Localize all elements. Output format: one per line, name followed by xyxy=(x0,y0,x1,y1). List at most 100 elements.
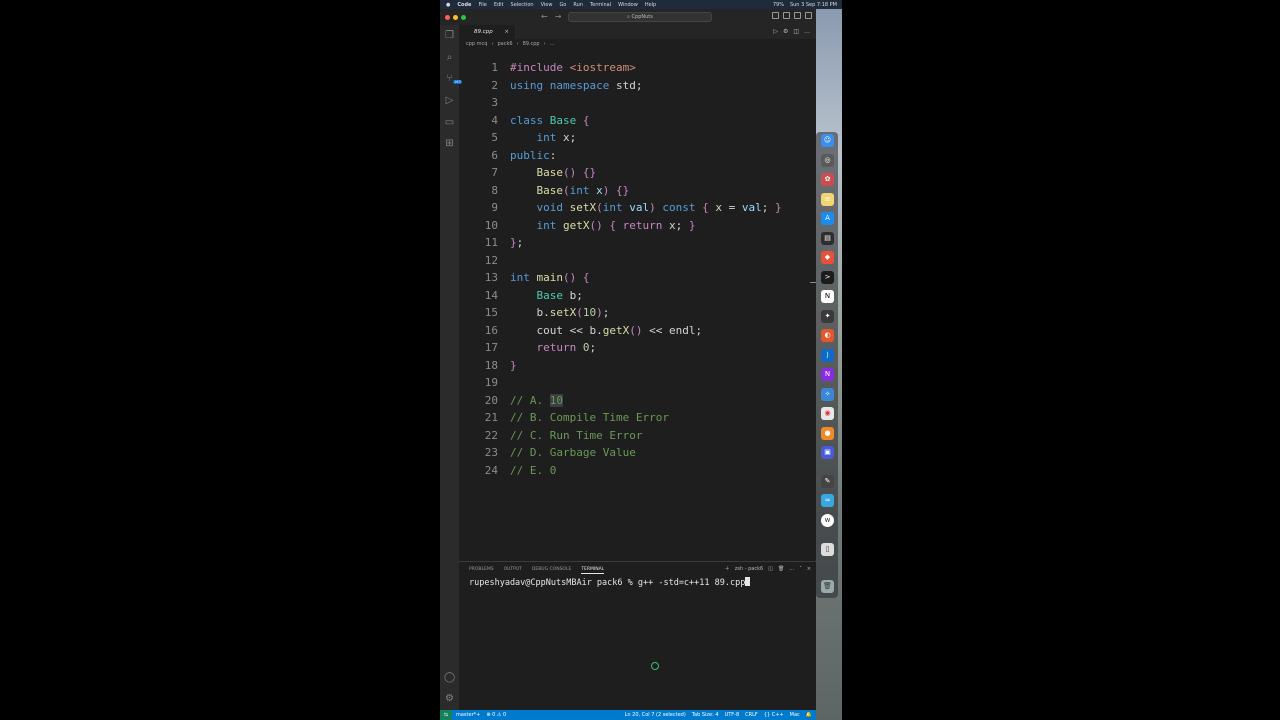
code-line[interactable]: 6 public: xyxy=(459,147,816,165)
run-icon[interactable]: ▷ xyxy=(773,28,778,35)
menu-selection[interactable]: Selection xyxy=(511,2,534,8)
more-actions-icon[interactable]: … xyxy=(789,566,794,572)
code-line[interactable]: 10 int getX() { return x; } xyxy=(459,217,816,235)
code-line[interactable]: 17 return 0; xyxy=(459,339,816,357)
clock[interactable]: Sun 3 Sep 7:18 PM xyxy=(790,2,837,8)
line-ending[interactable]: CRLF xyxy=(745,712,758,718)
gradient-app-icon[interactable]: ≈ xyxy=(821,494,834,507)
code-line[interactable]: 19 xyxy=(459,374,816,392)
activity-monitor-icon[interactable]: ▤ xyxy=(821,232,834,245)
brush-icon[interactable]: ✎ xyxy=(821,475,834,488)
toggle-secondary-sidebar-icon[interactable] xyxy=(794,12,801,19)
app-store-icon[interactable]: A xyxy=(821,212,834,225)
menu-terminal[interactable]: Terminal xyxy=(590,2,611,8)
problems-count[interactable]: ⊗ 0 ⚠ 0 xyxy=(486,712,506,718)
code-line[interactable]: 3 xyxy=(459,94,816,112)
trash-icon[interactable]: 🗑 xyxy=(778,566,784,572)
breadcrumb-item[interactable]: cpp mcq xyxy=(466,41,487,47)
final-cut-icon[interactable]: ✦ xyxy=(821,310,834,323)
back-arrow-icon[interactable]: ← xyxy=(541,12,548,21)
tab-debug-console[interactable]: DEBUG CONSOLE xyxy=(532,567,571,574)
code-line[interactable]: 23 // D. Garbage Value xyxy=(459,444,816,462)
source-control-icon[interactable]: ⑂ 163 xyxy=(444,73,462,84)
apple-icon[interactable]: ● xyxy=(446,2,450,8)
document-icon[interactable]: ▯ xyxy=(821,543,834,556)
menu-window[interactable]: Window xyxy=(618,2,638,8)
sketch-icon[interactable]: ◆ xyxy=(821,251,834,264)
close-window-button[interactable] xyxy=(445,14,450,20)
toggle-sidebar-icon[interactable] xyxy=(772,12,779,19)
gear-icon[interactable]: ⚙ xyxy=(444,693,455,704)
code-line[interactable]: 4 class Base { xyxy=(459,112,816,130)
photos-icon[interactable]: ✿ xyxy=(821,173,834,186)
code-line[interactable]: 2 using namespace std; xyxy=(459,77,816,95)
add-terminal-icon[interactable]: ＋ xyxy=(725,565,730,572)
code-line[interactable]: 21 // B. Compile Time Error xyxy=(459,409,816,427)
terminal-shell-label[interactable]: zsh - pack6 xyxy=(735,566,763,572)
minimize-window-button[interactable] xyxy=(453,14,458,20)
breadcrumb-item[interactable]: 89.cpp xyxy=(523,41,540,47)
zoom-window-button[interactable] xyxy=(461,14,466,20)
code-line[interactable]: 1 #include <iostream> xyxy=(459,59,816,77)
tab-size[interactable]: Tab Size: 4 xyxy=(692,712,719,718)
notion-icon[interactable]: N xyxy=(821,290,834,303)
extensions-icon[interactable]: ⊞ xyxy=(444,138,455,149)
menu-edit[interactable]: Edit xyxy=(494,2,504,8)
split-editor-icon[interactable]: ◫ xyxy=(793,28,799,35)
code-line[interactable]: 24 // E. 0 xyxy=(459,462,816,480)
command-center-search[interactable]: ⌕ CppNuts xyxy=(568,12,712,22)
trash-icon[interactable]: 🗑 xyxy=(821,580,834,593)
tab-output[interactable]: OUTPUT xyxy=(504,567,522,574)
terminal-output[interactable]: rupeshyadav@CppNutsMBAir pack6 % g++ -st… xyxy=(469,577,751,588)
chrome-icon[interactable]: ◉ xyxy=(821,407,834,420)
finder-icon[interactable]: ☺ xyxy=(821,134,834,147)
pasta-app-icon[interactable]: ● xyxy=(821,427,834,440)
code-line[interactable]: 7 Base() {} xyxy=(459,164,816,182)
breadcrumb-item[interactable]: pack6 xyxy=(497,41,512,47)
tab-problems[interactable]: PROBLEMS xyxy=(469,567,494,574)
menu-file[interactable]: File xyxy=(478,2,486,8)
code-line[interactable]: 15 b.setX(10); xyxy=(459,304,816,322)
search-icon[interactable]: ⌕ xyxy=(444,52,455,63)
code-line[interactable]: 13 int main() { xyxy=(459,269,816,287)
code-line[interactable]: 20 // A. 10 xyxy=(459,392,816,410)
explorer-icon[interactable]: ❐ xyxy=(444,30,455,41)
menu-app-name[interactable]: Code xyxy=(457,2,471,8)
more-actions-icon[interactable]: … xyxy=(804,28,810,35)
close-icon[interactable]: × xyxy=(504,25,509,39)
code-line[interactable]: 14 Base b; xyxy=(459,287,816,305)
encoding[interactable]: UTF-8 xyxy=(725,712,740,718)
menu-run[interactable]: Run xyxy=(573,2,583,8)
w-app-icon[interactable]: w xyxy=(821,514,834,527)
cursor-position[interactable]: Ln 20, Col 7 (2 selected) xyxy=(625,712,686,718)
customize-layout-icon[interactable] xyxy=(805,12,812,19)
screen-tool-icon[interactable]: ▣ xyxy=(821,446,834,459)
menu-go[interactable]: Go xyxy=(559,2,566,8)
notes-icon[interactable]: ≡ xyxy=(821,193,834,206)
run-debug-icon[interactable]: ▷ xyxy=(444,95,455,106)
remote-indicator-icon[interactable]: ⇆ xyxy=(440,710,452,720)
terminal-icon[interactable]: > xyxy=(821,271,834,284)
firefox-icon[interactable]: ◐ xyxy=(821,329,834,342)
code-line[interactable]: 12 xyxy=(459,252,816,270)
battery-percent[interactable]: 79% xyxy=(773,2,784,8)
vscode-icon[interactable]: ⟩ xyxy=(821,349,834,362)
tab-terminal[interactable]: TERMINAL xyxy=(581,567,605,574)
launchpad-icon[interactable]: ◎ xyxy=(821,154,834,167)
split-terminal-icon[interactable]: ◫ xyxy=(768,566,773,572)
remote-explorer-icon[interactable]: ▭ xyxy=(444,117,455,128)
account-icon[interactable]: ◯ xyxy=(444,672,455,683)
safari-icon[interactable]: ✧ xyxy=(821,388,834,401)
onenote-icon[interactable]: N xyxy=(821,368,834,381)
forward-arrow-icon[interactable]: → xyxy=(555,12,562,21)
code-line[interactable]: 16 cout << b.getX() << endl; xyxy=(459,322,816,340)
menu-help[interactable]: Help xyxy=(645,2,656,8)
menu-view[interactable]: View xyxy=(541,2,553,8)
code-line[interactable]: 5 int x; xyxy=(459,129,816,147)
notifications-icon[interactable]: 🔔 xyxy=(806,712,812,718)
maximize-panel-icon[interactable]: ˄ xyxy=(799,566,802,572)
gear-icon[interactable]: ⚙ xyxy=(783,28,788,35)
tab-89-cpp[interactable]: 89.cpp × xyxy=(459,25,515,39)
git-branch[interactable]: master*+ xyxy=(456,712,480,718)
code-line[interactable]: 8 Base(int x) {} xyxy=(459,182,816,200)
